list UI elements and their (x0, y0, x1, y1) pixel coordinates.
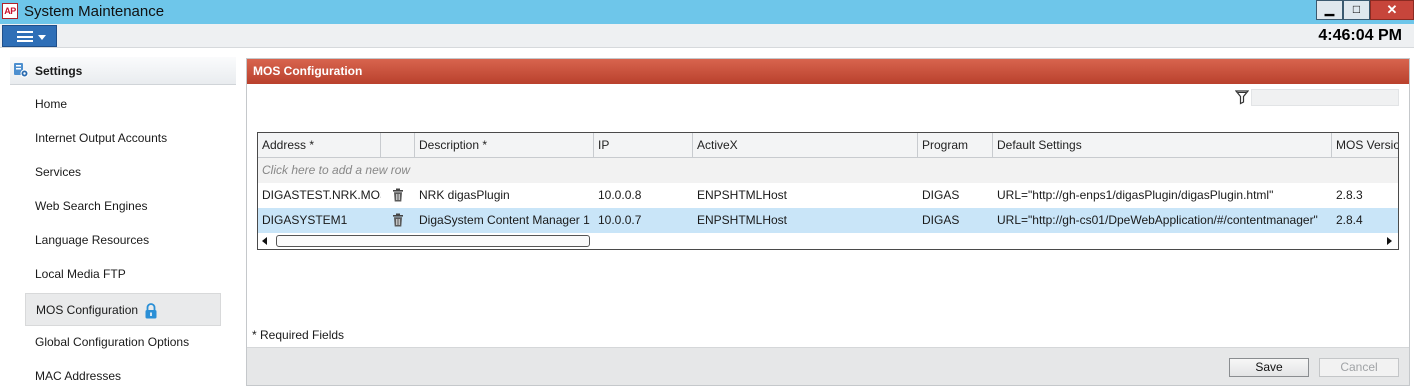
clock: 4:46:04 PM (1318, 27, 1402, 44)
minimize-button[interactable]: ▁ (1316, 0, 1343, 20)
cell-mos-version[interactable]: 2.8.3 (1332, 183, 1398, 208)
sidebar-item-mac-addresses[interactable]: MAC Addresses (25, 360, 221, 390)
window-title: System Maintenance (24, 3, 165, 20)
cell-default-settings[interactable]: URL="http://gh-enps1/digasPlugin/digasPl… (993, 183, 1332, 208)
cancel-button[interactable]: Cancel (1319, 358, 1399, 377)
cell-program[interactable]: DIGAS (918, 208, 993, 233)
cell-description[interactable]: NRK digasPlugin (415, 183, 594, 208)
filter-input[interactable] (1251, 89, 1399, 106)
column-header-activex[interactable]: ActiveX (693, 133, 918, 158)
column-header-delete (381, 133, 415, 158)
scroll-right-icon[interactable] (1387, 237, 1392, 245)
chevron-down-icon (38, 35, 46, 40)
settings-header: Settings (10, 57, 236, 85)
cell-activex[interactable]: ENPSHTMLHost (693, 183, 918, 208)
panel-title: MOS Configuration (247, 59, 1409, 84)
column-header-default-settings[interactable]: Default Settings (993, 133, 1332, 158)
sidebar-item-web-search-engines[interactable]: Web Search Engines (25, 190, 221, 223)
sidebar-item-services[interactable]: Services (25, 156, 221, 189)
lock-icon (145, 303, 157, 319)
cell-ip[interactable]: 10.0.0.8 (594, 183, 693, 208)
sidebar-item-home[interactable]: Home (25, 88, 221, 121)
cell-ip[interactable]: 10.0.0.7 (594, 208, 693, 233)
add-new-row[interactable]: Click here to add a new row (258, 158, 1398, 183)
menu-bar: 4:46:04 PM (0, 24, 1414, 48)
cell-program[interactable]: DIGAS (918, 183, 993, 208)
scrollbar-thumb[interactable] (276, 235, 590, 247)
main-menu-button[interactable] (2, 25, 57, 47)
sidebar: Settings Home Internet Output Accounts S… (0, 49, 244, 390)
close-button[interactable]: ✕ (1370, 0, 1414, 20)
horizontal-scrollbar[interactable] (258, 233, 1398, 249)
settings-title: Settings (35, 64, 83, 78)
mos-grid: Address * Description * IP ActiveX Progr… (257, 132, 1399, 250)
sidebar-item-internet-output-accounts[interactable]: Internet Output Accounts (25, 122, 221, 155)
mos-configuration-panel: MOS Configuration Address * Description … (246, 58, 1410, 386)
settings-gear-icon (14, 63, 29, 78)
panel-footer: Save Cancel (247, 347, 1409, 385)
sidebar-item-mos-configuration[interactable]: MOS Configuration (25, 293, 221, 326)
grid-header: Address * Description * IP ActiveX Progr… (258, 133, 1398, 158)
column-header-description[interactable]: Description * (415, 133, 594, 158)
cell-activex[interactable]: ENPSHTMLHost (693, 208, 918, 233)
filter-icon[interactable] (1235, 89, 1249, 105)
column-header-address[interactable]: Address * (258, 133, 381, 158)
column-header-mos-version[interactable]: MOS Versio (1332, 133, 1398, 158)
cell-mos-version[interactable]: 2.8.4 (1332, 208, 1398, 233)
sidebar-item-local-media-ftp[interactable]: Local Media FTP (25, 258, 221, 291)
scroll-left-icon[interactable] (262, 237, 267, 245)
cell-description[interactable]: DigaSystem Content Manager 1 (415, 208, 594, 233)
cell-default-settings[interactable]: URL="http://gh-cs01/DpeWebApplication/#/… (993, 208, 1332, 233)
delete-row-icon[interactable] (392, 213, 404, 227)
title-bar: AP System Maintenance ▁ □ ✕ (0, 0, 1414, 24)
sidebar-item-language-resources[interactable]: Language Resources (25, 224, 221, 257)
table-row-selected[interactable]: DIGASYSTEM1 DigaSystem Content Manager 1… (258, 208, 1398, 233)
required-fields-note: * Required Fields (252, 328, 345, 342)
column-header-ip[interactable]: IP (594, 133, 693, 158)
hamburger-menu-icon (17, 31, 33, 42)
sidebar-item-global-configuration-options[interactable]: Global Configuration Options (25, 326, 221, 359)
table-row[interactable]: DIGASTEST.NRK.MOS NRK digasPlugin 10.0.0… (258, 183, 1398, 208)
app-logo-icon: AP (2, 3, 18, 19)
delete-row-icon[interactable] (392, 188, 404, 202)
cell-address[interactable]: DIGASTEST.NRK.MOS (258, 183, 381, 208)
cell-address[interactable]: DIGASYSTEM1 (258, 208, 381, 233)
maximize-button[interactable]: □ (1343, 0, 1370, 20)
save-button[interactable]: Save (1229, 358, 1309, 377)
column-header-program[interactable]: Program (918, 133, 993, 158)
